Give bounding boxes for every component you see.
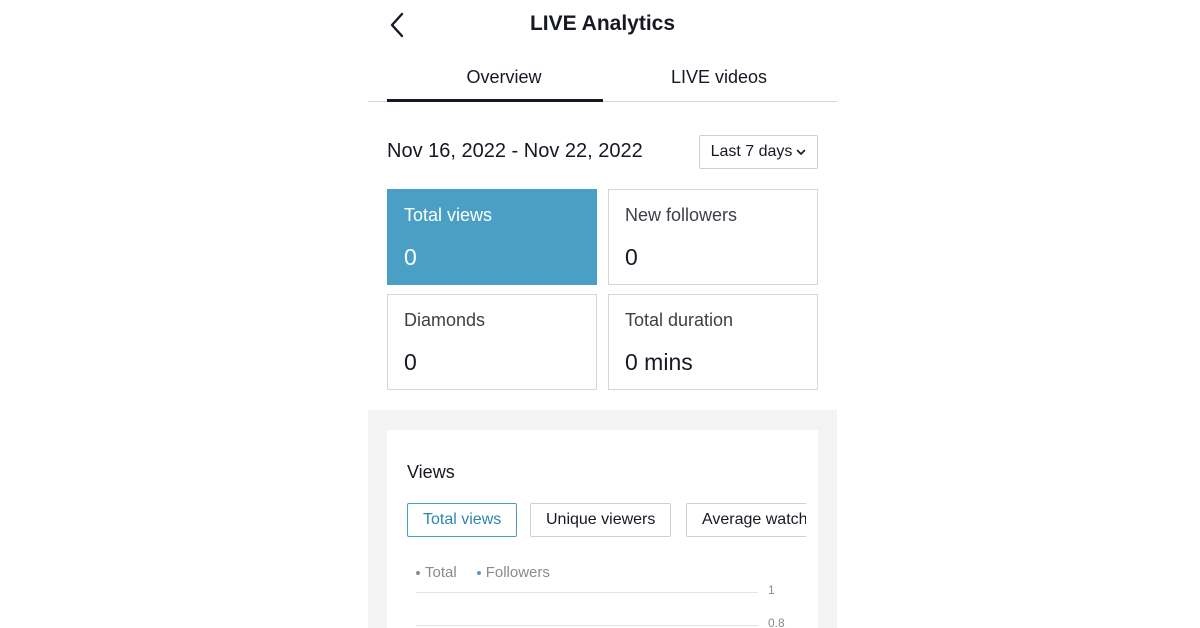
phone-screen: LIVE Analytics Overview LIVE videos Nov … <box>368 0 837 628</box>
tab-bar: Overview LIVE videos <box>368 52 837 102</box>
chart-legend: Total Followers <box>416 564 550 581</box>
tab-live-videos[interactable]: LIVE videos <box>602 52 836 102</box>
stat-value: 0 <box>625 244 638 270</box>
legend-dot-total <box>416 570 420 575</box>
nav-bar: LIVE Analytics <box>368 0 837 50</box>
page-title: LIVE Analytics <box>529 12 676 35</box>
period-select-value: Last 7 days <box>710 143 793 160</box>
stat-card-diamonds[interactable]: Diamonds 0 <box>387 294 597 390</box>
y-tick-label: 1 <box>768 583 775 597</box>
stat-label: Total duration <box>625 310 734 330</box>
chip-total-views[interactable]: Total views <box>407 503 518 537</box>
chip-unique-viewers[interactable]: Unique viewers <box>530 503 672 537</box>
tab-overview[interactable]: Overview <box>387 52 621 102</box>
legend-label: Total <box>425 564 457 581</box>
chart-gridline <box>416 592 758 593</box>
legend-item-total: Total <box>416 564 457 581</box>
stat-card-new-followers[interactable]: New followers 0 <box>608 189 818 285</box>
stat-label: Diamonds <box>404 310 486 330</box>
legend-item-followers: Followers <box>476 564 550 581</box>
chevron-down-icon <box>797 149 806 155</box>
stat-value: 0 mins <box>625 349 693 375</box>
legend-label: Followers <box>485 564 550 581</box>
stat-card-total-views[interactable]: Total views 0 <box>387 189 597 285</box>
legend-dot-followers <box>476 570 481 575</box>
stat-label: Total views <box>404 205 493 225</box>
stat-value: 0 <box>404 244 417 270</box>
chart-gridline <box>416 625 758 626</box>
date-range-label: Nov 16, 2022 - Nov 22, 2022 <box>387 140 643 162</box>
stat-label: New followers <box>625 205 738 225</box>
active-tab-indicator <box>387 99 603 102</box>
y-tick-label: 0.8 <box>768 616 785 628</box>
stat-value: 0 <box>404 349 417 375</box>
views-section-title: Views <box>407 462 455 482</box>
stat-card-total-duration[interactable]: Total duration 0 mins <box>608 294 818 390</box>
chip-average-watch[interactable]: Average watch <box>686 503 806 537</box>
period-select[interactable]: Last 7 days <box>699 135 818 169</box>
views-card: Views Total views Unique viewers Average… <box>387 430 818 628</box>
metric-chip-row[interactable]: Total views Unique viewers Average watch <box>407 503 806 539</box>
